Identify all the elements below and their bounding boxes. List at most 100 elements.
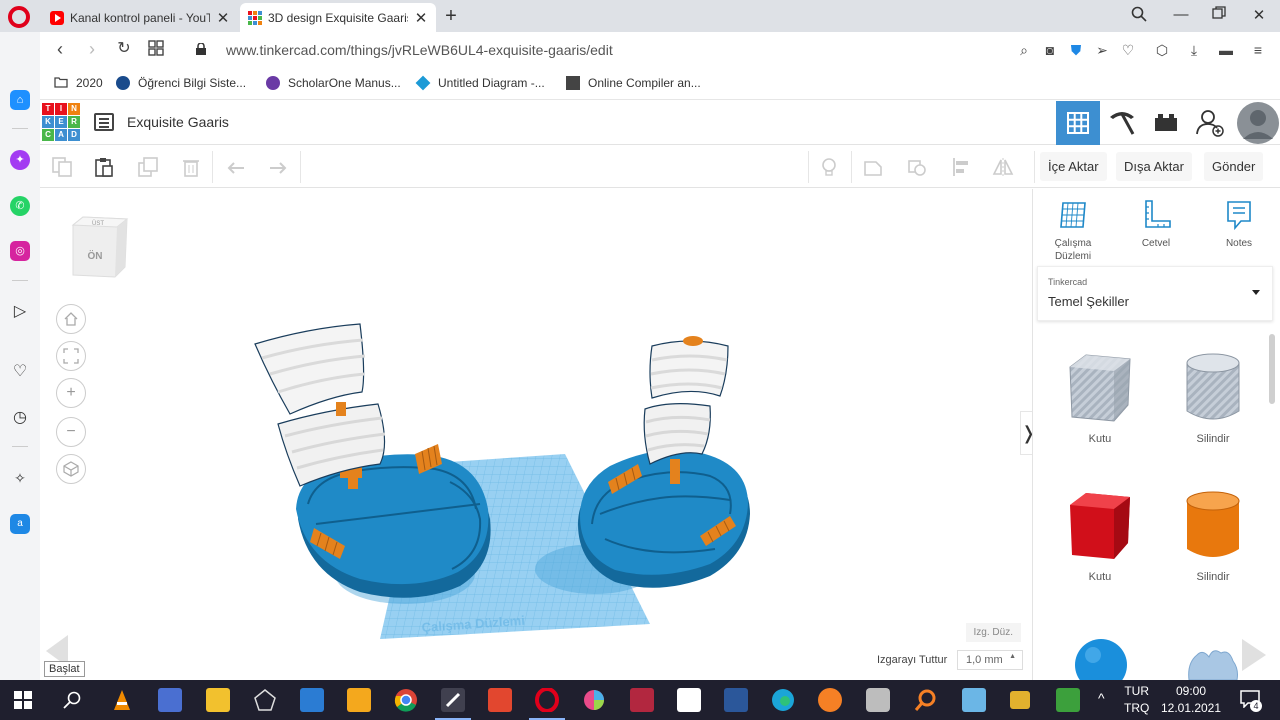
- bookmark-heart-icon[interactable]: ♡: [1120, 42, 1136, 58]
- lightbulb-icon[interactable]: ✧: [10, 468, 30, 488]
- calculator-icon[interactable]: [158, 688, 182, 712]
- vscode-icon[interactable]: [300, 688, 324, 712]
- vpn-shield-icon[interactable]: ⛊: [1068, 42, 1084, 58]
- copy-icon[interactable]: [51, 156, 73, 178]
- duplicate-icon[interactable]: [137, 156, 159, 178]
- home-icon[interactable]: ⌂: [10, 90, 30, 110]
- bookmark-diagram[interactable]: Untitled Diagram -...: [415, 75, 545, 91]
- minecraft-view-button[interactable]: [1100, 101, 1144, 145]
- left-boat-model[interactable]: [254, 323, 491, 598]
- shape-cylinder-gray[interactable]: Silindir: [1163, 349, 1263, 479]
- network-app-icon[interactable]: [253, 688, 277, 712]
- zoom-in-button[interactable]: +: [56, 378, 86, 408]
- tab-close-icon[interactable]: ✕: [216, 9, 230, 27]
- color-wheel-icon[interactable]: [582, 688, 606, 712]
- light-bulb-icon[interactable]: [818, 156, 840, 178]
- search-tabs-icon[interactable]: [1128, 6, 1150, 26]
- battery-icon[interactable]: ▬: [1218, 42, 1234, 58]
- tab-youtube[interactable]: Kanal kontrol paneli - YouT ✕: [42, 3, 238, 32]
- pdf-reader-icon[interactable]: [488, 688, 512, 712]
- 3d-workplane[interactable]: ÜST ÖN + − Çalışma Düzlemi Izg. Düz. Izg…: [40, 189, 1036, 680]
- app-orange-icon[interactable]: [818, 688, 842, 712]
- paste-icon[interactable]: [93, 156, 115, 178]
- send-icon[interactable]: ➢: [1094, 42, 1110, 58]
- bookmark-compiler[interactable]: Online Compiler an...: [566, 76, 701, 90]
- group-icon[interactable]: [862, 156, 884, 178]
- easy-setup-icon[interactable]: ≡: [1250, 42, 1266, 58]
- pen-tool-icon[interactable]: [441, 688, 465, 712]
- keyboard-lang-icon[interactable]: [1010, 691, 1030, 709]
- reload-icon[interactable]: ↻: [114, 40, 134, 58]
- view-cube[interactable]: ÜST ÖN: [69, 213, 129, 283]
- design-title[interactable]: Exquisite Gaaris: [127, 114, 229, 130]
- snapshot-icon[interactable]: ◙: [1042, 42, 1058, 58]
- maximize-icon[interactable]: [1208, 6, 1230, 24]
- mirror-icon[interactable]: [992, 156, 1014, 178]
- shape-box-gray[interactable]: Kutu: [1050, 349, 1150, 479]
- fit-view-button[interactable]: [56, 341, 86, 371]
- vlc-icon[interactable]: [110, 688, 134, 712]
- export-button[interactable]: Dışa Aktar: [1116, 152, 1192, 181]
- windows-start-icon[interactable]: [14, 691, 32, 709]
- ruler-tool[interactable]: Cetvel: [1120, 199, 1192, 250]
- clock[interactable]: 09:00 12.01.2021: [1160, 684, 1222, 715]
- tray-app-icon[interactable]: [1056, 688, 1080, 712]
- bookmark-scholarone[interactable]: ScholarOne Manus...: [266, 76, 401, 90]
- shape-sphere-blue[interactable]: [1073, 637, 1129, 680]
- player-icon[interactable]: ▷: [10, 302, 30, 322]
- redo-icon[interactable]: [267, 156, 289, 178]
- minimize-icon[interactable]: —: [1170, 6, 1192, 23]
- bookmark-folder-2020[interactable]: 2020: [54, 76, 103, 90]
- import-button[interactable]: İçe Aktar: [1040, 152, 1107, 181]
- zoom-out-button[interactable]: −: [56, 417, 86, 447]
- design-list-icon[interactable]: [94, 113, 114, 131]
- ungroup-icon[interactable]: [906, 156, 928, 178]
- back-icon[interactable]: ‹: [50, 40, 70, 58]
- feedback-icon[interactable]: [962, 688, 986, 712]
- opera-logo-icon[interactable]: [8, 6, 30, 28]
- undo-icon[interactable]: [225, 156, 247, 178]
- bookmark-obs[interactable]: Öğrenci Bilgi Siste...: [116, 76, 246, 90]
- send-to-button[interactable]: Gönder: [1204, 152, 1264, 181]
- close-window-icon[interactable]: ✕: [1248, 6, 1270, 24]
- invite-user-button[interactable]: [1188, 101, 1232, 145]
- 3d-view-button[interactable]: [1056, 101, 1100, 145]
- whatsapp-icon[interactable]: ✆: [10, 196, 30, 216]
- perspective-button[interactable]: [56, 454, 86, 484]
- heart-icon[interactable]: ♡: [10, 362, 30, 382]
- search-icon[interactable]: [63, 691, 81, 709]
- opera-taskbar-icon[interactable]: [535, 687, 559, 713]
- edit-grid-button[interactable]: Izg. Düz.: [965, 623, 1021, 642]
- history-icon[interactable]: ◷: [10, 408, 30, 428]
- language-indicator[interactable]: TUR TRQ: [1124, 684, 1149, 715]
- profile-avatar[interactable]: [1236, 101, 1280, 145]
- messenger-icon[interactable]: ✦: [10, 150, 30, 170]
- lego-view-button[interactable]: [1144, 101, 1188, 145]
- extensions-cube-icon[interactable]: ⬡: [1154, 42, 1170, 58]
- mendeley-icon[interactable]: [630, 688, 654, 712]
- sticky-notes-icon[interactable]: [347, 688, 371, 712]
- edge-icon[interactable]: [771, 688, 795, 712]
- word-icon[interactable]: [724, 688, 748, 712]
- scene-canvas[interactable]: Çalışma Düzlemi: [190, 314, 770, 654]
- right-boat-model[interactable]: [578, 336, 750, 588]
- shape-scribble-blue[interactable]: [1183, 645, 1243, 680]
- unity-icon[interactable]: [677, 688, 701, 712]
- notification-center-icon[interactable]: 4: [1238, 690, 1262, 712]
- snap-grid-select[interactable]: 1,0 mm ▲: [957, 650, 1023, 670]
- tray-chevron-icon[interactable]: ^: [1098, 690, 1105, 706]
- shape-library-dropdown[interactable]: Tinkercad Temel Şekiller: [1037, 266, 1273, 321]
- chrome-icon[interactable]: [394, 688, 418, 712]
- download-icon[interactable]: ⤓: [1186, 42, 1202, 58]
- speed-dial-icon[interactable]: [146, 40, 166, 59]
- home-view-button[interactable]: [56, 304, 86, 334]
- delete-icon[interactable]: [180, 156, 202, 178]
- shape-box-red[interactable]: Kutu: [1050, 487, 1150, 617]
- next-arrow-icon[interactable]: [1242, 639, 1266, 671]
- notes-tool[interactable]: Notes: [1203, 199, 1275, 250]
- search-page-icon[interactable]: ⌕: [1016, 42, 1032, 58]
- tab-close-icon[interactable]: ✕: [414, 9, 428, 27]
- forward-icon[interactable]: ›: [82, 40, 102, 58]
- align-icon[interactable]: [950, 156, 972, 178]
- database-icon[interactable]: [866, 688, 890, 712]
